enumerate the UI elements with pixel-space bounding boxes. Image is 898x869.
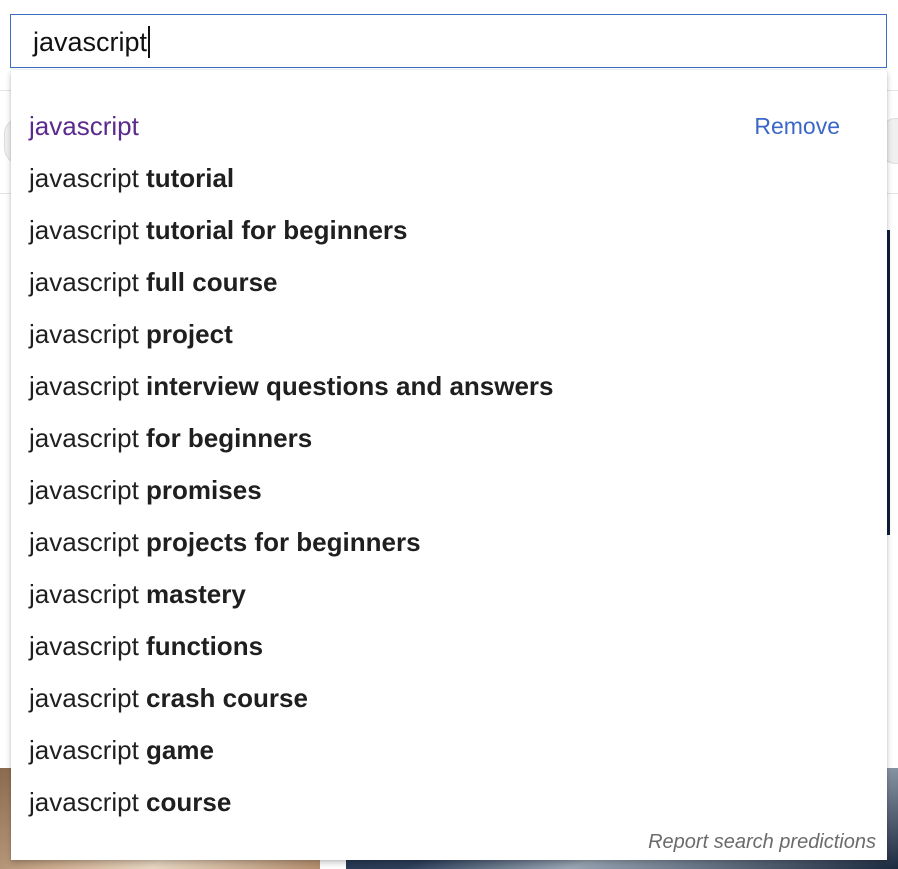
search-suggestion[interactable]: javascript full course bbox=[11, 256, 887, 308]
search-suggestion[interactable]: javascript mastery bbox=[11, 568, 887, 620]
suggestion-query-text: javascript bbox=[29, 734, 147, 765]
suggestion-list: javascript Remove javascript tutorial javas… bbox=[11, 100, 887, 828]
text-caret bbox=[148, 26, 150, 58]
search-input-value: javascript bbox=[33, 25, 150, 59]
search-suggestion[interactable]: javascript project bbox=[11, 308, 887, 360]
search-suggestion[interactable]: javascript promises bbox=[11, 464, 887, 516]
suggestion-query-text: javascript bbox=[29, 630, 147, 661]
suggestion-query-text: javascript bbox=[29, 110, 139, 141]
report-search-predictions-link[interactable]: Report search predictions bbox=[648, 831, 876, 854]
search-suggestion[interactable]: javascript course bbox=[11, 776, 887, 828]
suggestion-query-text: javascript bbox=[29, 370, 147, 401]
page: javascript javascript Remove javascript tu… bbox=[0, 0, 898, 869]
suggestion-query-text: javascript bbox=[29, 318, 147, 349]
search-suggestion[interactable]: javascript game bbox=[11, 724, 887, 776]
search-input[interactable]: javascript bbox=[10, 14, 887, 68]
suggestion-query-text: javascript bbox=[29, 786, 147, 817]
search-suggestions-dropdown: javascript Remove javascript tutorial javas… bbox=[11, 70, 887, 860]
suggestion-completion-text: mastery bbox=[146, 578, 246, 609]
remove-history-button[interactable]: Remove bbox=[754, 100, 840, 152]
suggestion-completion-text: functions bbox=[146, 630, 264, 661]
suggestion-completion-text: course bbox=[146, 786, 232, 817]
search-suggestion[interactable]: javascript interview questions and answe… bbox=[11, 360, 887, 412]
suggestion-completion-text: crash course bbox=[146, 682, 308, 713]
search-suggestion[interactable]: javascript for beginners bbox=[11, 412, 887, 464]
search-history-suggestion[interactable]: javascript Remove bbox=[11, 100, 887, 152]
search-suggestion[interactable]: javascript tutorial bbox=[11, 152, 887, 204]
search-suggestion[interactable]: javascript crash course bbox=[11, 672, 887, 724]
suggestion-completion-text: projects for beginners bbox=[146, 526, 421, 557]
suggestion-completion-text: for beginners bbox=[146, 422, 313, 453]
suggestion-query-text: javascript bbox=[29, 162, 147, 193]
suggestion-query-text: javascript bbox=[29, 266, 147, 297]
suggestion-completion-text: game bbox=[146, 734, 214, 765]
search-suggestion[interactable]: javascript projects for beginners bbox=[11, 516, 887, 568]
suggestion-completion-text: tutorial bbox=[146, 162, 235, 193]
suggestion-completion-text: interview questions and answers bbox=[146, 370, 554, 401]
search-suggestion[interactable]: javascript functions bbox=[11, 620, 887, 672]
suggestion-completion-text: full course bbox=[146, 266, 278, 297]
suggestion-query-text: javascript bbox=[29, 422, 147, 453]
suggestion-query-text: javascript bbox=[29, 578, 147, 609]
suggestion-query-text: javascript bbox=[29, 214, 147, 245]
search-suggestion[interactable]: javascript tutorial for beginners bbox=[11, 204, 887, 256]
suggestion-completion-text: tutorial for beginners bbox=[146, 214, 408, 245]
suggestion-query-text: javascript bbox=[29, 526, 147, 557]
suggestion-query-text: javascript bbox=[29, 682, 147, 713]
suggestion-query-text: javascript bbox=[29, 474, 147, 505]
suggestion-completion-text: promises bbox=[146, 474, 262, 505]
suggestion-completion-text: project bbox=[146, 318, 233, 349]
